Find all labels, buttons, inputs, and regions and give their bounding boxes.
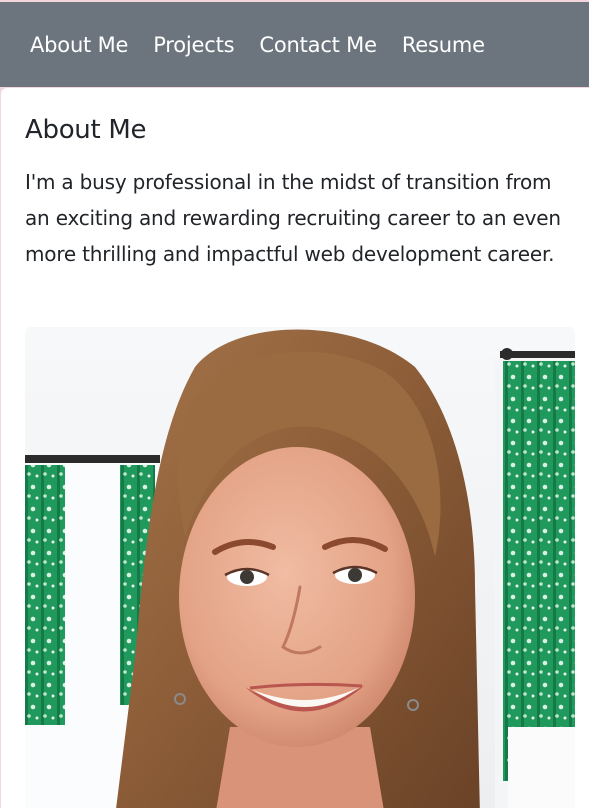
navbar: About Me Projects Contact Me Resume <box>0 2 589 87</box>
about-card: About Me I'm a busy professional in the … <box>1 88 589 808</box>
profile-photo <box>25 327 575 808</box>
nav-link-resume[interactable]: Resume <box>402 33 485 57</box>
about-title: About Me <box>25 115 147 145</box>
nav-link-projects[interactable]: Projects <box>153 33 234 57</box>
nav-link-about-me[interactable]: About Me <box>30 33 128 57</box>
nav-link-contact-me[interactable]: Contact Me <box>259 33 377 57</box>
about-bio: I'm a busy professional in the midst of … <box>25 170 561 266</box>
